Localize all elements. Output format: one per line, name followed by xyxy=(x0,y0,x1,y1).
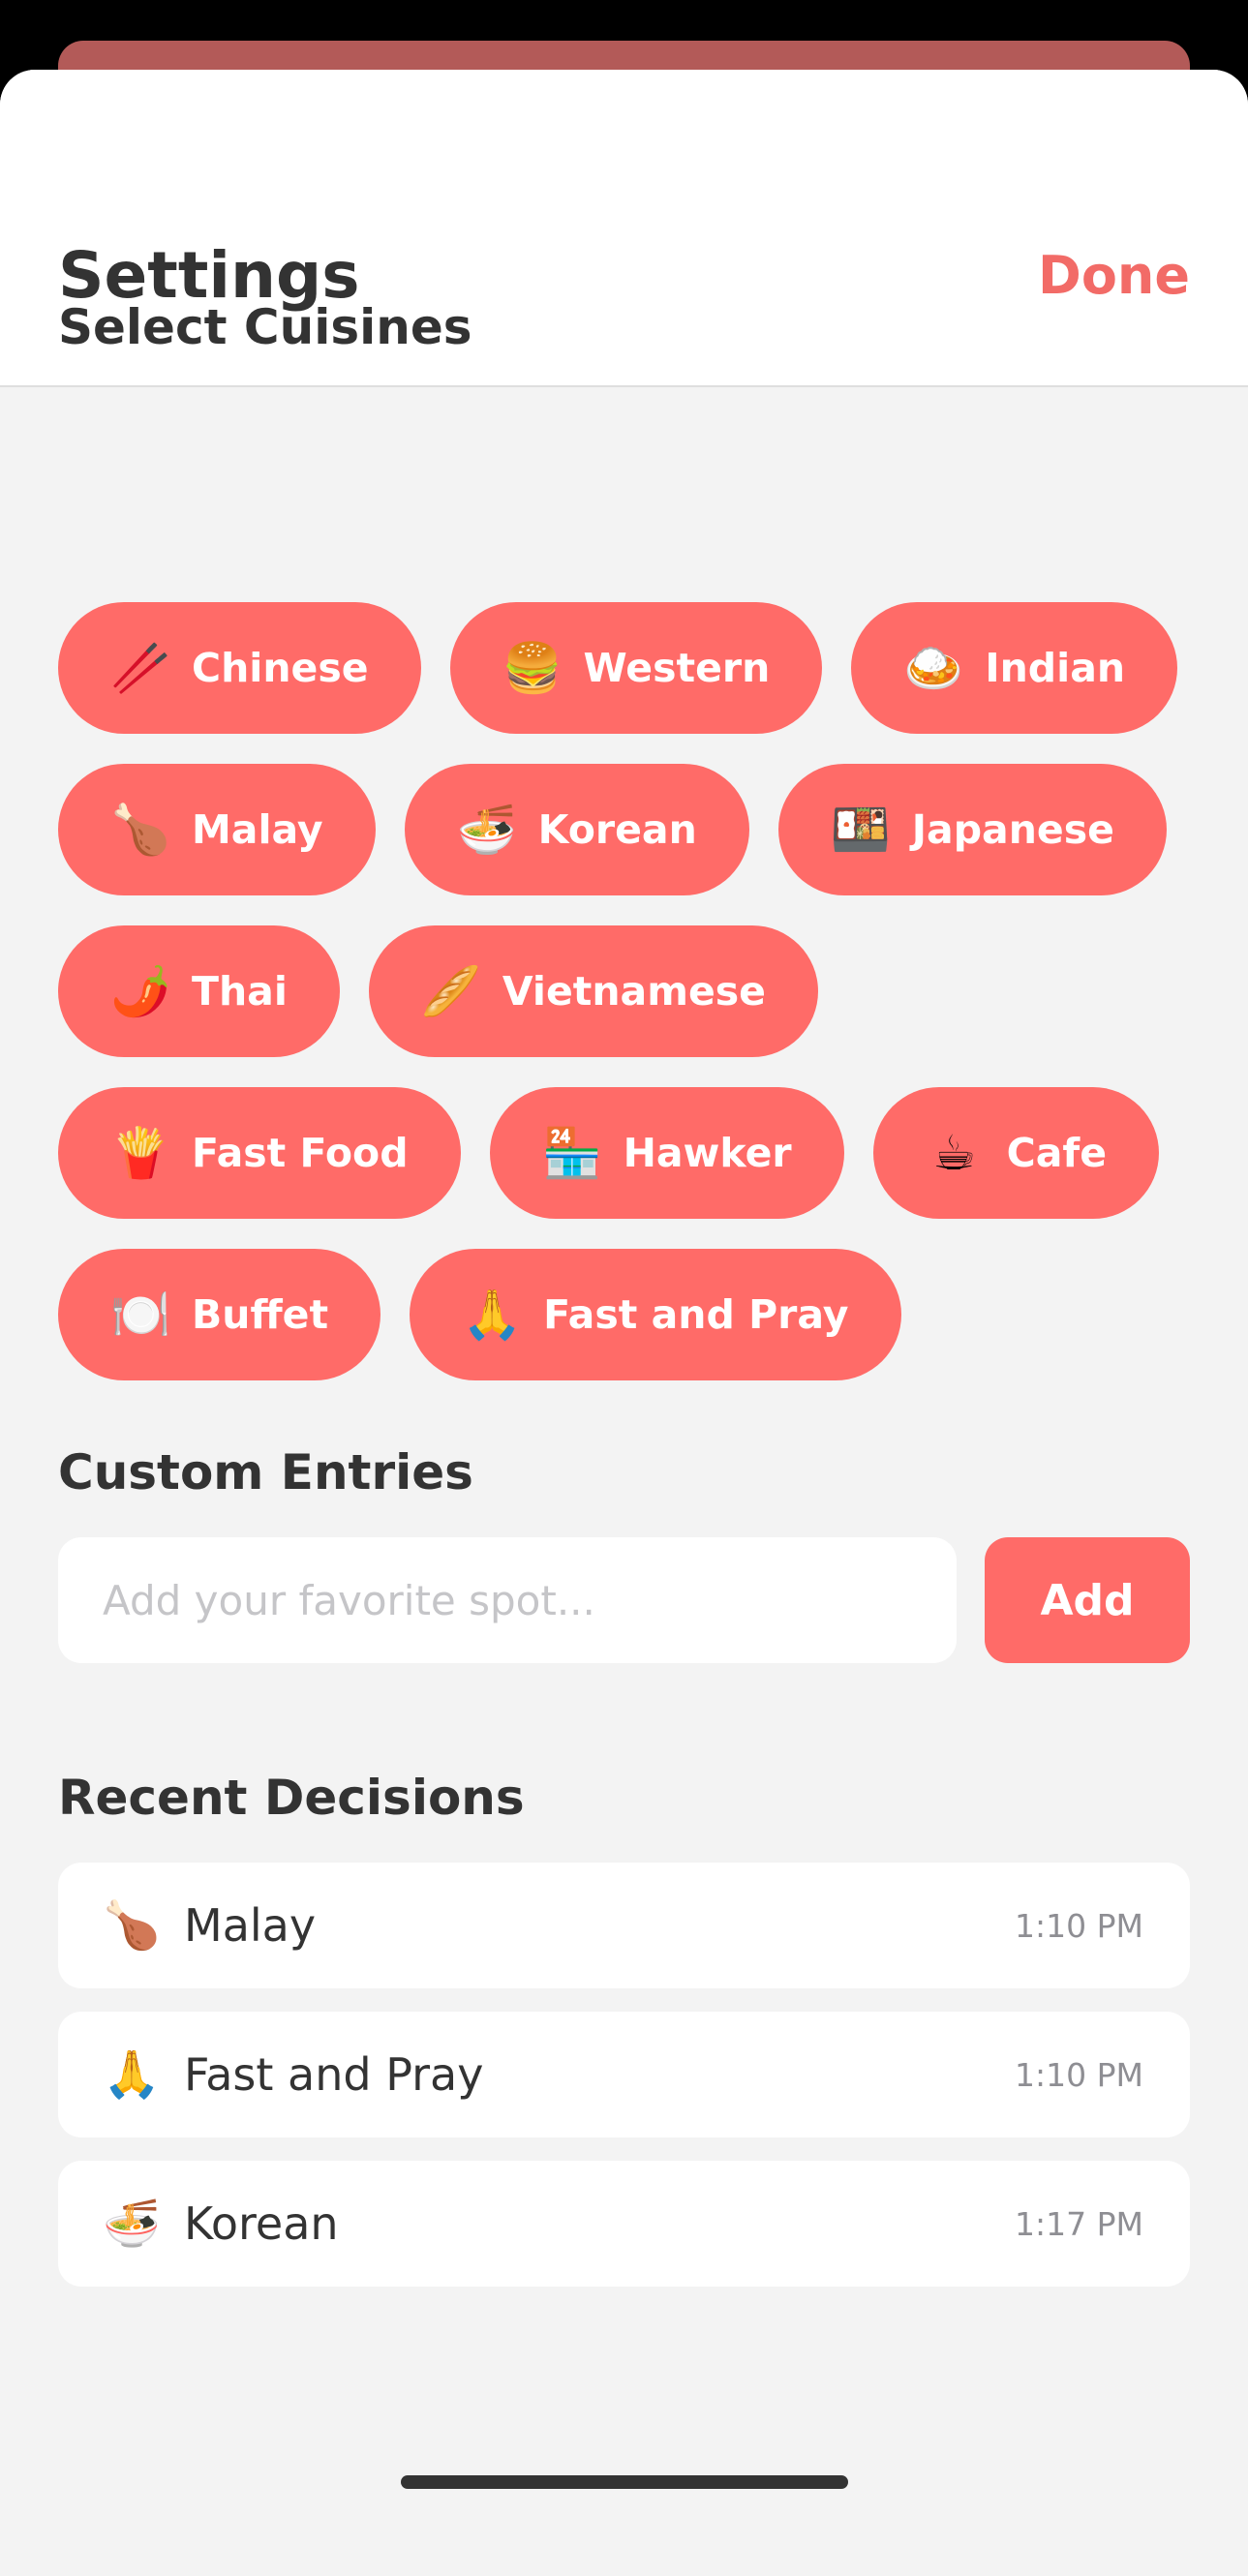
cuisine-chip-row: 🌶️ Thai 🥖 Vietnamese xyxy=(58,925,1196,1057)
cuisine-chip-list: 🥢 Chinese 🍔 Western 🍛 Indian 🍗 Malay 🍜 Korean 🍱 Jap… xyxy=(58,602,1196,1410)
recent-decision-item[interactable]: 🍗 Malay 1:10 PM xyxy=(58,1863,1190,1988)
curry-rice-icon: 🍛 xyxy=(903,640,964,696)
cuisine-chip-fast-food[interactable]: 🍟 Fast Food xyxy=(58,1087,461,1219)
recent-decision-time: 1:10 PM xyxy=(1015,1906,1143,1945)
custom-entry-input[interactable] xyxy=(58,1537,957,1663)
cuisine-chip-row: 🥢 Chinese 🍔 Western 🍛 Indian xyxy=(58,602,1196,734)
cuisine-chip-label: Chinese xyxy=(192,644,369,691)
settings-sheet: Settings Done Select Cuisines 🥢 Chinese 🍔 W… xyxy=(0,70,1248,2576)
cuisine-chip-hawker[interactable]: 🏪 Hawker xyxy=(489,1087,844,1219)
chicken-leg-icon: 🍗 xyxy=(110,802,171,858)
praying-hands-icon: 🙏 xyxy=(462,1287,523,1343)
cuisine-chip-row: 🍟 Fast Food 🏪 Hawker ☕ Cafe xyxy=(58,1087,1196,1219)
bento-box-icon: 🍱 xyxy=(830,802,892,858)
cuisine-chip-cafe[interactable]: ☕ Cafe xyxy=(872,1087,1160,1219)
cuisine-chip-label: Vietnamese xyxy=(502,967,766,1015)
convenience-store-icon: 🏪 xyxy=(541,1125,602,1181)
recent-decision-label: Malay xyxy=(184,1899,317,1952)
cuisine-chip-korean[interactable]: 🍜 Korean xyxy=(404,764,749,895)
cuisine-chip-chinese[interactable]: 🥢 Chinese xyxy=(58,602,421,734)
custom-entry-row: Add xyxy=(58,1537,1190,1663)
french-fries-icon: 🍟 xyxy=(110,1125,171,1181)
cuisine-chip-indian[interactable]: 🍛 Indian xyxy=(851,602,1178,734)
cuisine-chip-label: Korean xyxy=(537,805,697,853)
cuisine-chip-row: 🍗 Malay 🍜 Korean 🍱 Japanese xyxy=(58,764,1196,895)
cuisine-chip-label: Thai xyxy=(192,967,288,1015)
cuisine-chip-buffet[interactable]: 🍽️ Buffet xyxy=(58,1249,381,1380)
add-button[interactable]: Add xyxy=(985,1537,1190,1663)
baguette-icon: 🥖 xyxy=(420,963,482,1019)
home-indicator xyxy=(401,2475,848,2489)
cuisine-chip-label: Cafe xyxy=(1006,1129,1108,1176)
burger-icon: 🍔 xyxy=(502,640,563,696)
recent-decision-label: Fast and Pray xyxy=(184,2048,484,2101)
recent-decision-item[interactable]: 🙏 Fast and Pray 1:10 PM xyxy=(58,2012,1190,2137)
cuisine-chip-label: Hawker xyxy=(623,1129,792,1176)
noodle-bowl-icon: 🍜 xyxy=(103,2197,161,2251)
cuisine-chip-vietnamese[interactable]: 🥖 Vietnamese xyxy=(368,925,818,1057)
cuisine-chip-malay[interactable]: 🍗 Malay xyxy=(58,764,376,895)
custom-entries-heading: Custom Entries xyxy=(58,1444,473,1500)
cuisine-chip-japanese[interactable]: 🍱 Japanese xyxy=(777,764,1167,895)
cuisine-chip-label: Indian xyxy=(985,644,1126,691)
chili-pepper-icon: 🌶️ xyxy=(110,963,171,1019)
coffee-cup-icon: ☕ xyxy=(932,1125,977,1181)
cuisine-chip-label: Western xyxy=(583,644,771,691)
noodle-bowl-icon: 🍜 xyxy=(456,802,517,858)
cuisine-chip-fast-and-pray[interactable]: 🙏 Fast and Pray xyxy=(410,1249,901,1380)
cuisine-chip-label: Buffet xyxy=(192,1290,329,1338)
recent-decisions-heading: Recent Decisions xyxy=(58,1770,525,1826)
select-cuisines-heading: Select Cuisines xyxy=(58,299,472,355)
done-button[interactable]: Done xyxy=(1038,250,1190,302)
recent-decision-item[interactable]: 🍜 Korean 1:17 PM xyxy=(58,2161,1190,2287)
recent-decision-time: 1:10 PM xyxy=(1015,2055,1143,2094)
cuisine-chip-thai[interactable]: 🌶️ Thai xyxy=(58,925,340,1057)
plate-cutlery-icon: 🍽️ xyxy=(110,1287,171,1343)
cuisine-chip-label: Japanese xyxy=(911,805,1114,853)
cuisine-chip-row: 🍽️ Buffet 🙏 Fast and Pray xyxy=(58,1249,1196,1380)
cuisine-chip-label: Fast and Pray xyxy=(543,1290,849,1338)
chopsticks-icon: 🥢 xyxy=(110,640,171,696)
cuisine-chip-label: Malay xyxy=(192,805,323,853)
recent-decisions-list: 🍗 Malay 1:10 PM 🙏 Fast and Pray 1:10 PM 🍜 Korea… xyxy=(58,1863,1190,2310)
chicken-leg-icon: 🍗 xyxy=(103,1898,161,1953)
recent-decision-label: Korean xyxy=(184,2197,339,2250)
praying-hands-icon: 🙏 xyxy=(103,2047,161,2102)
cuisine-chip-label: Fast Food xyxy=(192,1129,409,1176)
recent-decision-time: 1:17 PM xyxy=(1015,2204,1143,2243)
cuisine-chip-western[interactable]: 🍔 Western xyxy=(449,602,823,734)
